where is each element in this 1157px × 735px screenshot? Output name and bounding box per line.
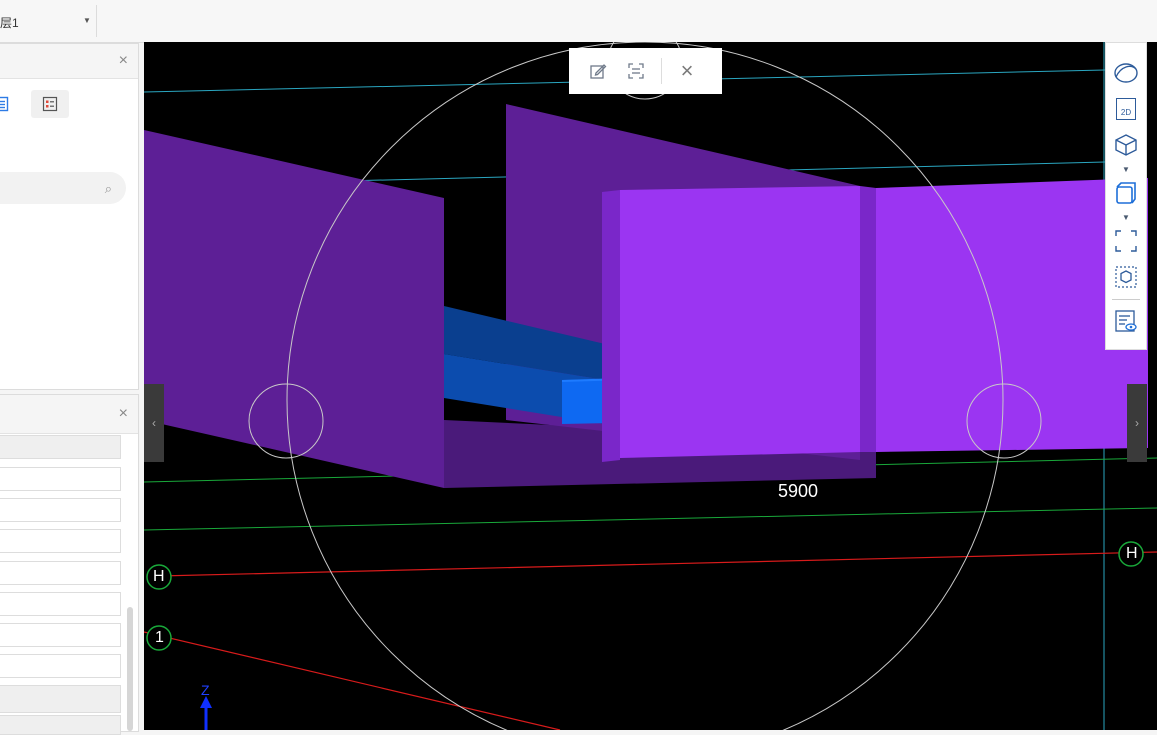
chevron-down-icon[interactable]: ▼ (1122, 213, 1130, 222)
chevron-down-icon[interactable]: ▼ (1122, 165, 1130, 174)
floor-dropdown[interactable]: 层1 ▼ (0, 5, 97, 37)
property-panel: × (0, 394, 139, 735)
scrollbar[interactable] (127, 607, 133, 731)
section-box-icon (1115, 266, 1137, 288)
collapse-left-handle[interactable]: ‹ (144, 384, 164, 462)
property-row[interactable] (0, 685, 121, 713)
grid-axis-label: H (1126, 545, 1138, 562)
grid-axis-label: 1 (155, 629, 164, 646)
close-icon[interactable]: × (119, 52, 128, 70)
3d-viewport[interactable]: 5900 H 1 H Z ‹ › (144, 42, 1157, 730)
property-row[interactable] (0, 467, 121, 491)
panel-header: × (0, 44, 138, 79)
edit-button[interactable] (579, 51, 617, 91)
panel-header: × (0, 395, 138, 434)
close-toolbar-button[interactable]: × (668, 51, 706, 91)
beam-side-face (144, 130, 444, 488)
scene-canvas (144, 42, 1157, 730)
z-axis-label: Z (201, 682, 210, 698)
beam-flange-left (602, 190, 620, 462)
solid-box-icon (1116, 182, 1136, 204)
property-row[interactable] (0, 498, 121, 522)
grid-line (158, 551, 1157, 577)
property-row[interactable] (0, 623, 121, 647)
section-box-button[interactable] (1112, 263, 1140, 291)
view-toolbar: 2D ▼ ▼ (1105, 42, 1147, 350)
top-bar: 层1 ▼ (0, 0, 1157, 43)
close-icon[interactable]: × (119, 405, 128, 423)
search-icon: ⌕ (104, 181, 112, 196)
dimension-label: 5900 (778, 481, 819, 501)
toolbar-divider (1112, 299, 1140, 300)
display-mode-button[interactable] (1112, 179, 1140, 207)
isolate-button[interactable] (617, 51, 655, 91)
property-row[interactable] (0, 529, 121, 553)
orbit-icon (1114, 63, 1138, 83)
view-3d-button[interactable] (1112, 131, 1140, 159)
fullscreen-icon (1115, 230, 1137, 252)
list-icon (0, 96, 9, 112)
chevron-down-icon: ▼ (83, 16, 91, 25)
list-view-button[interactable] (0, 90, 20, 118)
search-input[interactable]: ⌕ (0, 172, 126, 204)
property-row[interactable] (0, 435, 121, 459)
toolbar-divider (661, 58, 662, 84)
selection-toolbar: × (569, 48, 722, 94)
grid-axis-label: H (153, 568, 165, 585)
collapse-right-handle[interactable]: › (1127, 384, 1147, 462)
list-eye-icon (1115, 310, 1137, 332)
property-row[interactable] (0, 715, 121, 735)
floor-dropdown-value: 层1 (0, 16, 19, 30)
focus-icon (628, 63, 644, 79)
property-row[interactable] (0, 592, 121, 616)
beam-flange-right (860, 186, 876, 452)
property-row[interactable] (0, 561, 121, 585)
detail-view-button[interactable] (31, 90, 69, 118)
orbit-button[interactable] (1112, 59, 1140, 87)
cube-icon (1115, 134, 1137, 156)
grid-line (144, 507, 1157, 531)
property-row[interactable] (0, 654, 121, 678)
view-2d-button[interactable]: 2D (1112, 95, 1140, 123)
edit-icon (590, 64, 607, 79)
visibility-settings-button[interactable] (1112, 307, 1140, 335)
2d-icon: 2D (1116, 98, 1136, 120)
close-icon: × (680, 58, 694, 83)
detail-list-icon (42, 96, 58, 112)
fit-view-button[interactable] (1112, 227, 1140, 255)
component-list-panel: × ⌕ (0, 43, 139, 390)
